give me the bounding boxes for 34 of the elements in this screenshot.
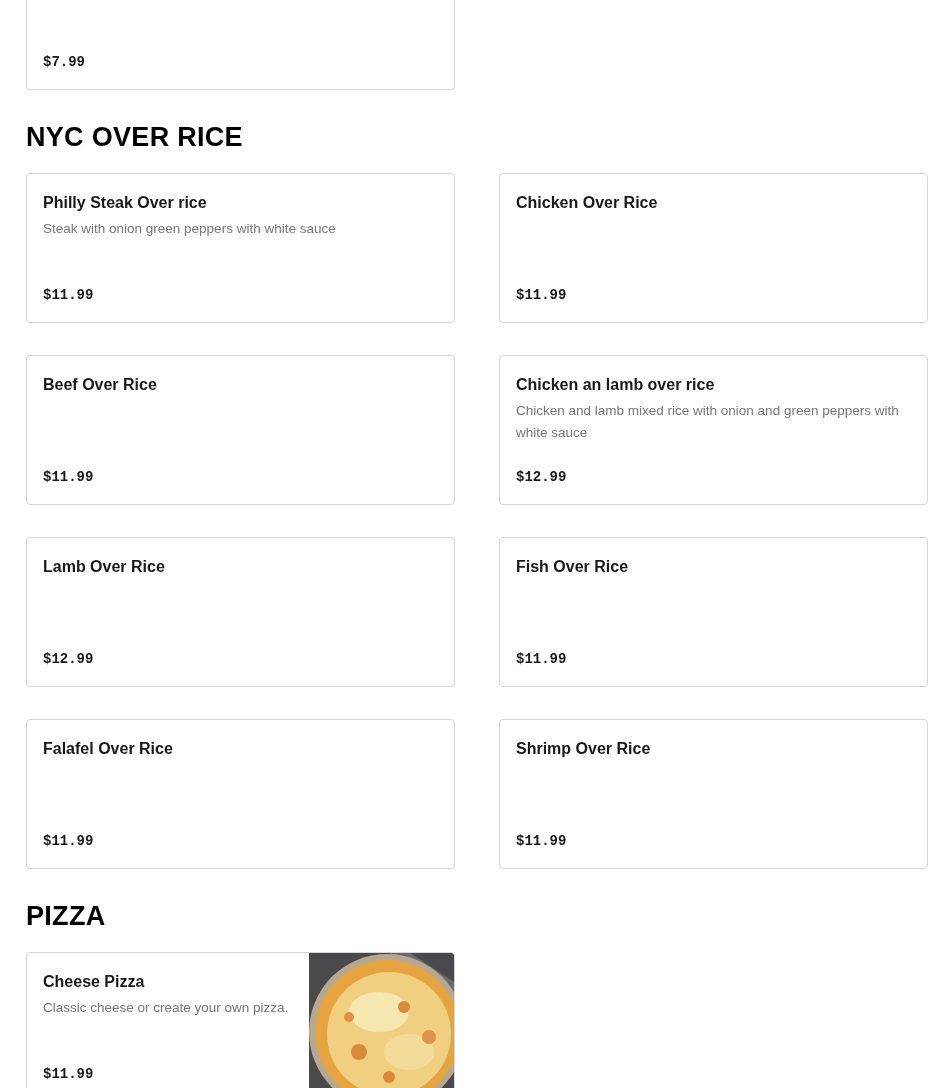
item-name: Philly Steak Over rice: [43, 193, 208, 213]
menu-item-card[interactable]: Fish Over Rice $11.99: [499, 537, 928, 687]
menu-item-card[interactable]: Chicken an lamb over rice Chicken and lamb mixed rice with onion and green peppers with white sauce $12.99: [499, 355, 928, 505]
item-name: Cheese Pizza: [43, 972, 146, 992]
item-price: $7.99: [43, 53, 86, 71]
item-description: Chicken and lamb mixed rice with onion and green peppers with white sauce: [516, 402, 900, 442]
menu-item-card[interactable]: $7.99: [26, 0, 455, 90]
section-heading: PIZZA: [26, 900, 107, 933]
item-price: $11.99: [516, 286, 568, 304]
item-name: Falafel Over Rice: [43, 739, 174, 759]
menu-item-card[interactable]: Beef Over Rice $11.99: [26, 355, 455, 505]
item-price: $11.99: [516, 650, 568, 668]
item-name: Fish Over Rice: [516, 557, 630, 577]
item-price: $11.99: [43, 1065, 95, 1083]
menu-item-card[interactable]: Lamb Over Rice $12.99: [26, 537, 455, 687]
item-name: Shrimp Over Rice: [516, 739, 652, 759]
item-price: $11.99: [43, 832, 95, 850]
menu-item-card[interactable]: Chicken Over Rice $11.99: [499, 173, 928, 323]
item-name: Chicken an lamb over rice: [516, 375, 716, 395]
item-price: $11.99: [43, 286, 95, 304]
item-description: Classic cheese or create your own pizza.: [43, 999, 290, 1017]
menu-item-card[interactable]: Shrimp Over Rice $11.99: [499, 719, 928, 869]
section-heading: NYC OVER RICE: [26, 121, 244, 154]
item-price: $12.99: [43, 650, 95, 668]
item-price: $11.99: [516, 832, 568, 850]
item-price: $11.99: [43, 468, 95, 486]
menu-item-card[interactable]: Falafel Over Rice $11.99: [26, 719, 455, 869]
item-description: Steak with onion green peppers with white sauce: [43, 220, 337, 238]
item-name: Chicken Over Rice: [516, 193, 659, 213]
item-name: Lamb Over Rice: [43, 557, 166, 577]
menu-item-card[interactable]: Cheese Pizza Classic cheese or create your own pizza. $11.99: [26, 952, 455, 1088]
item-name: Beef Over Rice: [43, 375, 158, 395]
menu-item-card[interactable]: Philly Steak Over rice Steak with onion green peppers with white sauce $11.99: [26, 173, 455, 323]
item-price: $12.99: [516, 468, 568, 486]
